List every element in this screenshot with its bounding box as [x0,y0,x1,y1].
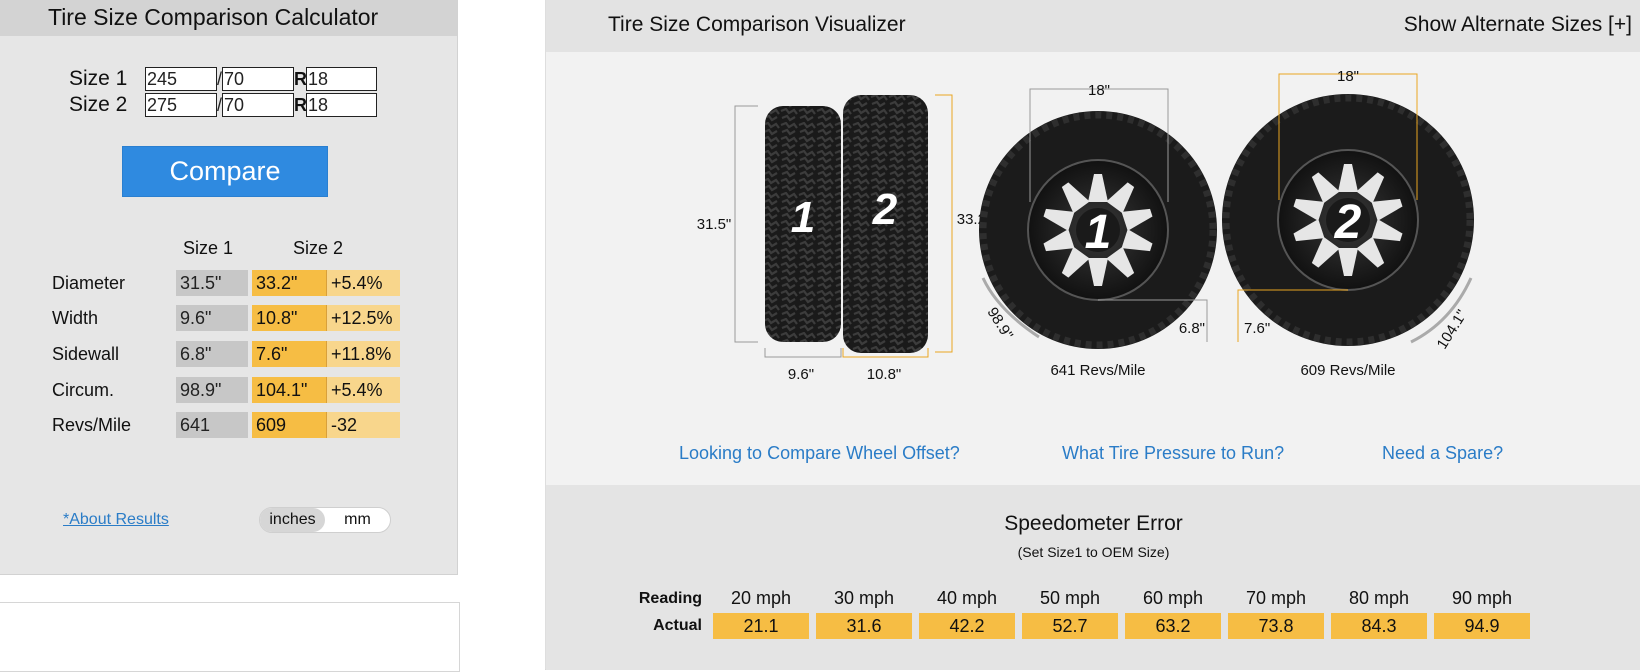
size2-r: R [294,94,307,115]
diff-value: +5.4% [326,377,400,403]
results-col-size2: Size 2 [293,238,344,258]
size1-value: 9.6" [176,305,248,331]
results-row: Sidewall 6.8" 7.6" +11.8% [0,341,458,367]
wheel-1-number: 1 [1085,206,1112,259]
diff-value: +5.4% [326,270,400,296]
show-alternate-sizes-button[interactable]: Show Alternate Sizes [+] [1404,13,1632,37]
size1-ratio-input[interactable] [222,67,294,91]
diff-value: +11.8% [326,341,400,367]
unit-inches-option[interactable]: inches [260,508,325,532]
calculator-panel: Tire Size Comparison Calculator Size 1 /… [0,0,458,575]
size2-ratio-input[interactable] [222,93,294,117]
actual-value: 84.3 [1331,613,1427,639]
tire-visual: 1 2 31.5" 33.2" 9.6" 10.8" 1 18" 6.8" 98… [697,68,1474,383]
size2-diameter-input[interactable] [306,93,377,117]
reading-value: 40 mph [936,588,998,608]
size2-value: 7.6" [252,341,326,367]
size2-value: 104.1" [252,377,326,403]
size2-row: Size 2 / R [69,92,377,118]
sidewall2-label: 7.6" [1244,320,1270,337]
diameter1-label: 31.5" [697,216,732,233]
actual-value: 31.6 [816,613,912,639]
results-col-size1: Size 1 [183,238,234,258]
reading-label: Reading [638,590,702,607]
actual-value: 21.1 [713,613,809,639]
size2-value: 10.8" [252,305,326,331]
speedometer-subtitle: (Set Size1 to OEM Size) [1017,544,1170,560]
width1-bracket [764,348,842,358]
results-row: Revs/Mile 641 609 -32 [0,412,458,438]
size1-label: Size 1 [69,67,128,90]
about-results-link[interactable]: *About Results [63,511,169,529]
reading-value: 70 mph [1245,588,1307,608]
size1-value: 98.9" [176,377,248,403]
size2-value: 609 [252,412,326,438]
row-label: Diameter [52,273,126,293]
wheel-2-revs: 609 Revs/Mile [1300,362,1395,379]
actual-value: 52.7 [1022,613,1118,639]
reading-value: 60 mph [1142,588,1204,608]
actual-value: 94.9 [1434,613,1530,639]
size2-value: 33.2" [252,270,326,296]
width2-label: 10.8" [867,366,902,383]
unit-toggle[interactable]: inches mm [259,507,391,533]
width1-label: 9.6" [788,366,814,383]
diameter1-bracket [734,105,758,343]
reading-value: 50 mph [1039,588,1101,608]
diff-value: -32 [326,412,400,438]
reading-value: 90 mph [1451,588,1513,608]
diameter2-bracket [935,94,953,353]
visualizer-panel: Tire Size Comparison Visualizer Show Alt… [545,0,1640,670]
compare-button[interactable]: Compare [122,146,328,197]
actual-value: 42.2 [919,613,1015,639]
size1-diameter-input[interactable] [306,67,377,91]
compare-wheel-offset-link[interactable]: Looking to Compare Wheel Offset? [679,443,960,464]
visualizer-title: Tire Size Comparison Visualizer [608,13,906,36]
tire-pressure-link[interactable]: What Tire Pressure to Run? [1062,443,1284,464]
row-label: Circum. [52,380,114,400]
results-row: Width 9.6" 10.8" +12.5% [0,305,458,331]
row-label: Revs/Mile [52,415,132,435]
sidewall1-label: 6.8" [1179,320,1205,337]
row-label: Sidewall [52,344,120,364]
rim1-label: 18" [1088,82,1110,99]
reading-value: 30 mph [833,588,895,608]
actual-value: 73.8 [1228,613,1324,639]
size1-width-input[interactable] [145,67,217,91]
diff-value: +12.5% [326,305,400,331]
size2-width-input[interactable] [145,93,217,117]
actual-value: 63.2 [1125,613,1221,639]
size1-value: 31.5" [176,270,248,296]
need-a-spare-link[interactable]: Need a Spare? [1382,443,1503,464]
rim2-label: 18" [1337,68,1359,85]
results-row: Diameter 31.5" 33.2" +5.4% [0,270,458,296]
results-row: Circum. 98.9" 104.1" +5.4% [0,377,458,403]
reading-value: 20 mph [730,588,792,608]
wheel-1-revs: 641 Revs/Mile [1050,362,1145,379]
visualizer-header: Tire Size Comparison Visualizer Show Alt… [546,0,1640,52]
lower-empty-panel [0,602,460,672]
circum2-label: 104.1" [1434,307,1471,352]
tread-2-number: 2 [872,185,898,234]
size1-row: Size 1 / R [69,66,377,92]
actual-label: Actual [653,617,702,634]
size2-label: Size 2 [69,93,128,116]
calculator-title: Tire Size Comparison Calculator [0,0,457,36]
unit-mm-option[interactable]: mm [325,508,390,532]
speedometer-error-section: Speedometer Error (Set Size1 to OEM Size… [546,485,1640,670]
reading-value: 80 mph [1348,588,1410,608]
size1-r: R [294,68,307,89]
size1-value: 6.8" [176,341,248,367]
tread-1-number: 1 [791,193,815,242]
row-label: Width [52,308,99,328]
size1-value: 641 [176,412,248,438]
speedometer-title: Speedometer Error [1004,512,1183,535]
wheel-2-number: 2 [1334,196,1362,249]
